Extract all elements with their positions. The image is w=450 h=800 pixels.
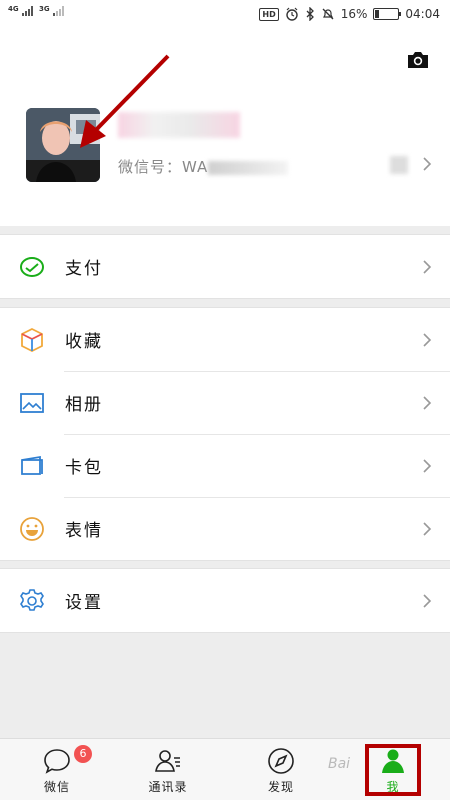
menu-label-settings: 设置 — [65, 593, 103, 613]
person-icon — [382, 749, 404, 773]
annotation-arrow-icon — [80, 54, 170, 148]
clock: 04:04 — [405, 7, 440, 21]
wechat-id-redacted — [208, 160, 289, 175]
cube-icon — [21, 327, 43, 353]
tab-label-discover: 发现 — [267, 780, 294, 794]
menu-item-favorites[interactable]: 收藏 — [0, 308, 450, 371]
network-type-1: 4G — [8, 5, 19, 13]
settings-group: 设置 — [0, 568, 450, 633]
menu-item-settings[interactable]: 设置 — [0, 569, 450, 632]
wallet-icon — [20, 257, 44, 277]
profile-header[interactable]: 微信号：WA — [0, 32, 450, 226]
chevron-right-icon — [423, 157, 432, 171]
card-wallet-icon — [21, 455, 43, 475]
signal-icon-2: 3G — [39, 5, 64, 16]
mute-bell-icon — [322, 8, 334, 20]
menu-label-album: 相册 — [65, 395, 103, 415]
gear-icon — [20, 589, 44, 611]
menu-label-stickers: 表情 — [65, 521, 103, 541]
menu-item-album[interactable]: 相册 — [0, 371, 450, 434]
wechat-id: 微信号：WA — [118, 156, 289, 177]
contacts-icon — [155, 750, 180, 772]
image-icon — [20, 393, 44, 413]
menu-label-favorites: 收藏 — [65, 332, 103, 352]
camera-icon[interactable] — [406, 50, 430, 70]
battery-icon — [373, 8, 402, 20]
tab-discover[interactable]: 发现 — [236, 739, 326, 800]
hd-icon: HD — [259, 7, 279, 21]
tab-label-contacts: 通讯录 — [148, 780, 188, 794]
unread-badge: 6 — [74, 745, 92, 763]
chat-bubble-icon — [44, 749, 70, 774]
chevron-right-icon — [423, 459, 432, 473]
alarm-icon — [286, 7, 298, 21]
menu-item-pay[interactable]: 支付 — [0, 235, 450, 298]
signal-icon: 4G — [8, 5, 33, 16]
qr-code-icon[interactable] — [390, 156, 408, 174]
battery-percent: 16% — [340, 7, 368, 21]
smiley-icon — [20, 517, 44, 541]
chevron-right-icon — [423, 333, 432, 347]
chevron-right-icon — [423, 594, 432, 608]
chevron-right-icon — [423, 522, 432, 536]
collections-group: 收藏 相册 卡包 表情 — [0, 307, 450, 561]
bottom-tab-bar: 6 微信 通讯录 发现 我 — [0, 738, 450, 800]
tab-label-me: 我 — [386, 780, 400, 794]
tab-chats[interactable]: 6 微信 — [12, 739, 102, 800]
menu-item-cards[interactable]: 卡包 — [0, 434, 450, 497]
tab-label-chats: 微信 — [43, 780, 70, 794]
watermark: Bai — [328, 756, 351, 772]
menu-item-stickers[interactable]: 表情 — [0, 497, 450, 560]
tab-me[interactable]: 我 — [348, 739, 438, 800]
tab-contacts[interactable]: 通讯录 — [123, 739, 213, 800]
menu-label-pay: 支付 — [65, 259, 103, 279]
signal-indicators: 4G 3G — [8, 5, 64, 16]
bluetooth-icon — [306, 7, 314, 21]
compass-icon — [268, 748, 294, 774]
network-type-2: 3G — [39, 5, 50, 13]
wechat-id-value: WA — [182, 158, 209, 176]
status-bar: 4G 3G HD 16% 04:04 — [0, 0, 450, 32]
wechat-id-label: 微信号： — [118, 158, 183, 176]
chevron-right-icon — [423, 396, 432, 410]
pay-group: 支付 — [0, 234, 450, 299]
menu-label-cards: 卡包 — [65, 458, 103, 478]
chevron-right-icon — [423, 260, 432, 274]
